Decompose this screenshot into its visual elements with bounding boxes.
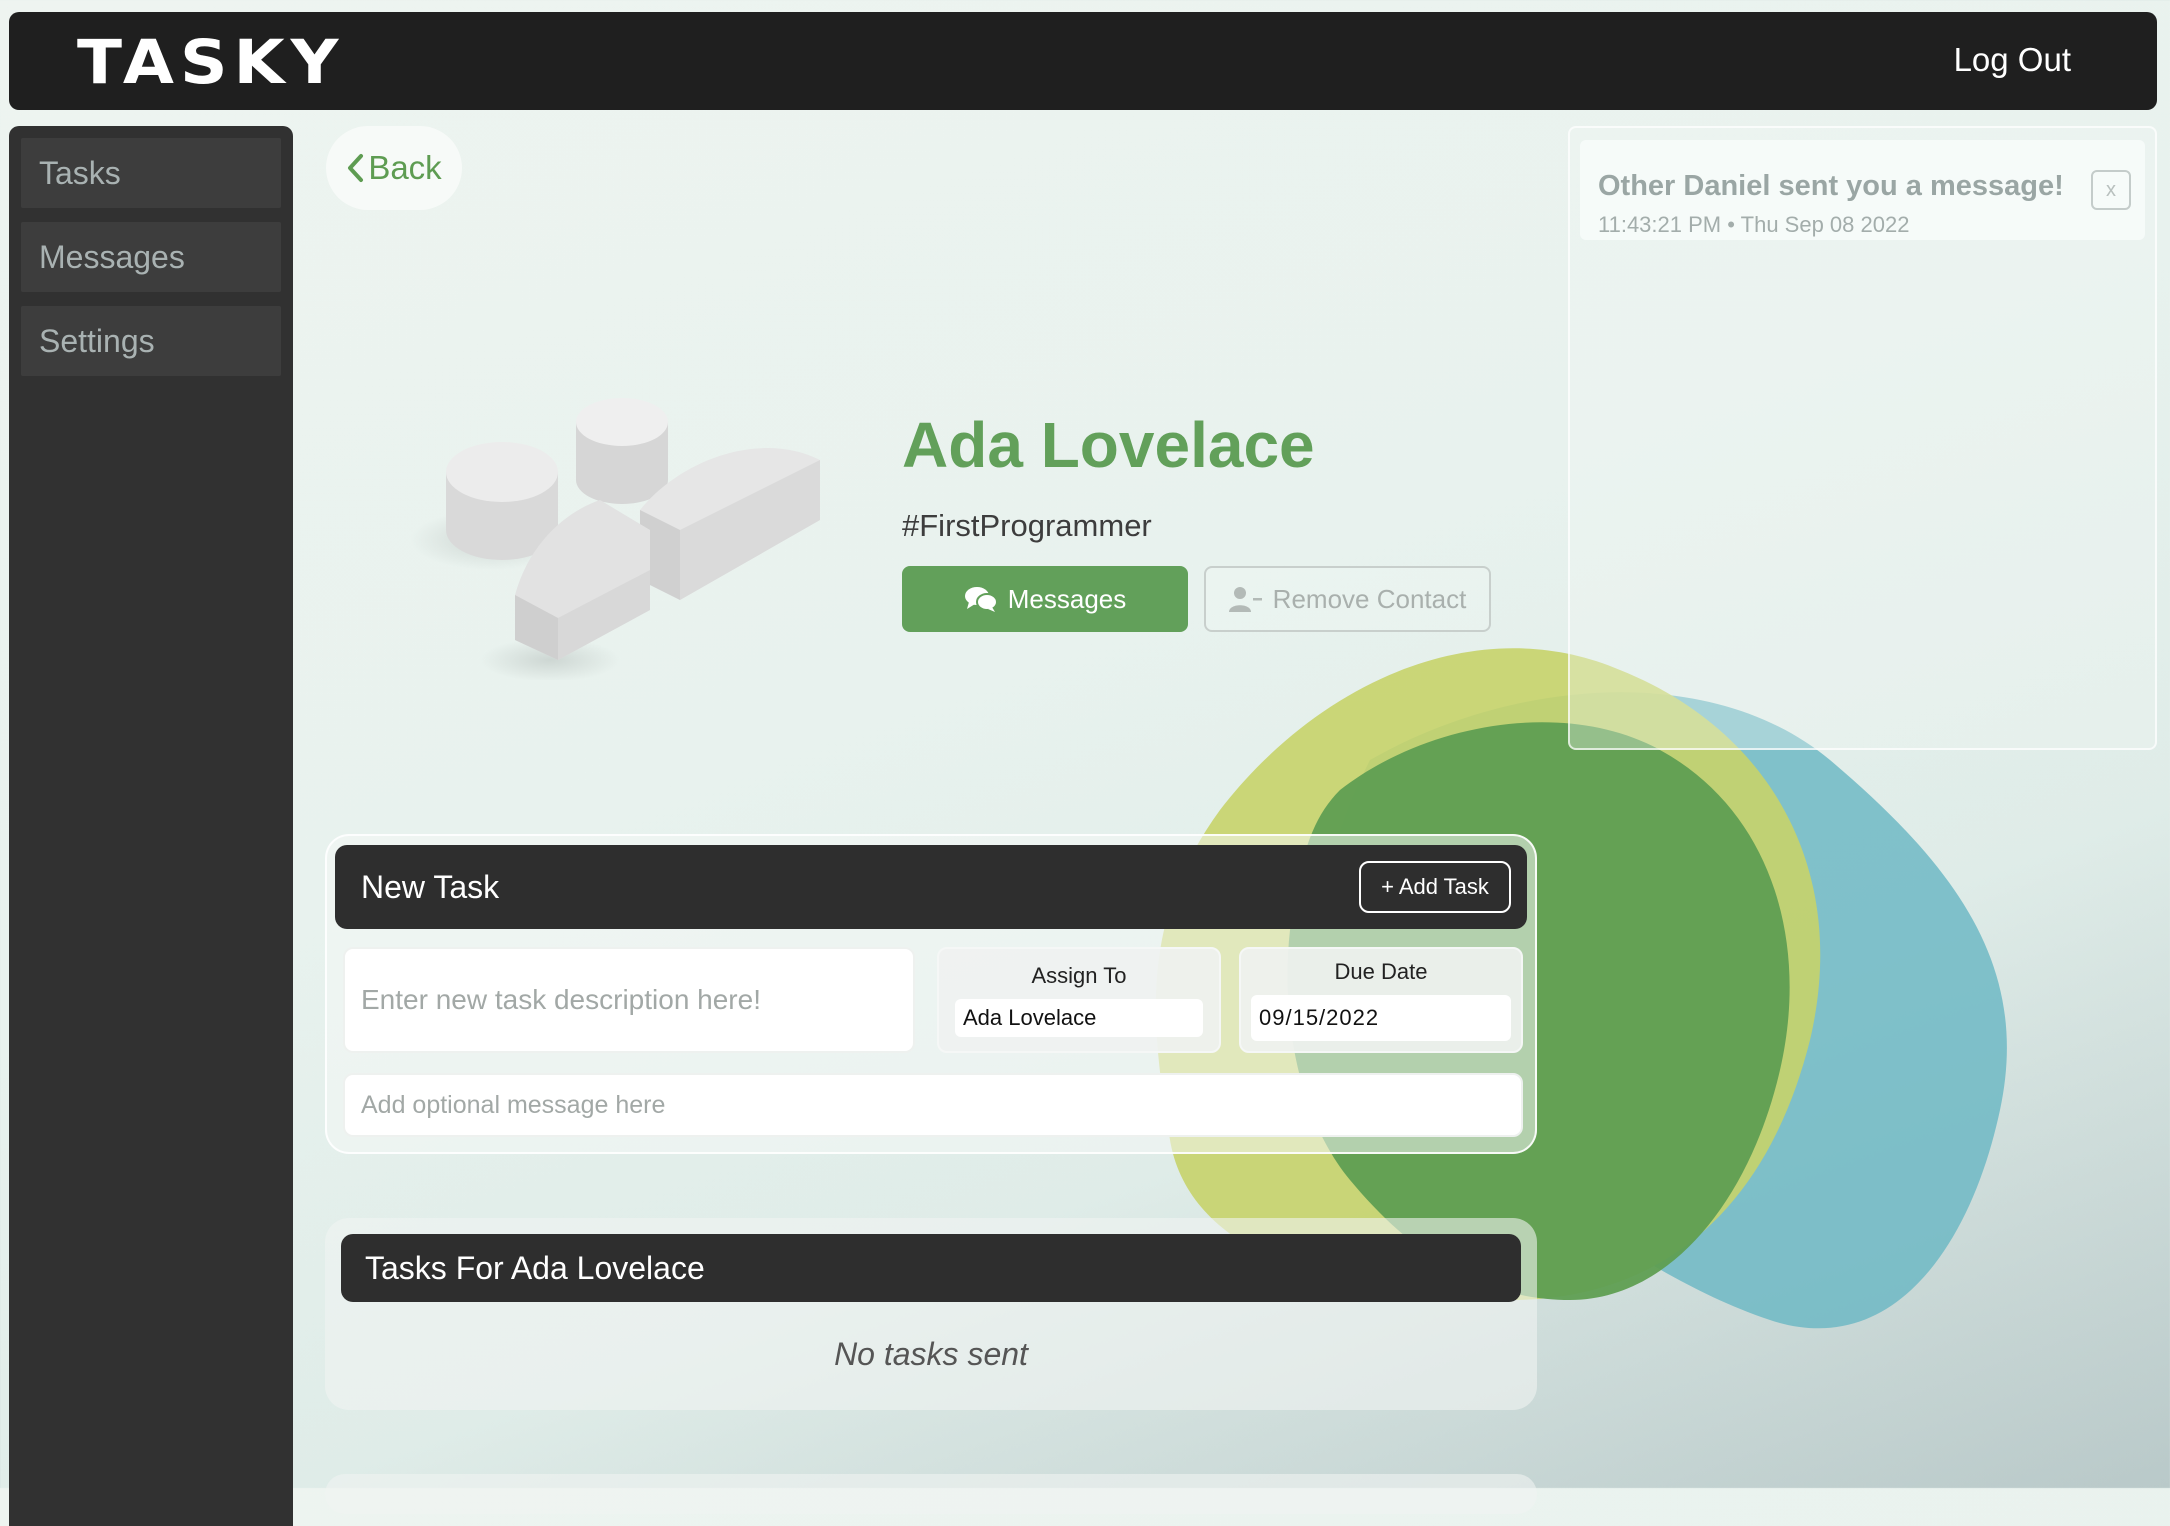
next-section-card: [325, 1474, 1537, 1514]
task-description-input[interactable]: [343, 947, 915, 1053]
due-date-field: Due Date 09/15/2022: [1239, 947, 1523, 1053]
empty-tasks-message: No tasks sent: [834, 1336, 1028, 1372]
profile-handle: #FirstProgrammer: [902, 508, 1152, 543]
new-task-header: New Task + Add Task: [335, 845, 1527, 929]
assign-to-label: Assign To: [1031, 963, 1127, 988]
notifications-panel: Other Daniel sent you a message! 11:43:2…: [1568, 126, 2157, 750]
due-date-label: Due Date: [1334, 959, 1428, 984]
remove-contact-label: Remove Contact: [1272, 583, 1467, 614]
back-button[interactable]: Back: [326, 126, 462, 210]
messages-button[interactable]: Messages: [902, 566, 1188, 632]
tasks-for-contact-card: Tasks For Ada Lovelace No tasks sent: [325, 1218, 1537, 1410]
back-label: Back: [368, 149, 442, 186]
assign-to-field: Assign To Ada Lovelace: [937, 947, 1221, 1053]
optional-message-input[interactable]: [343, 1073, 1523, 1137]
tasks-for-header: Tasks For Ada Lovelace: [341, 1234, 1521, 1302]
add-task-button[interactable]: + Add Task: [1359, 861, 1511, 913]
top-bar: TASKY Log Out: [9, 12, 2157, 110]
logout-button[interactable]: Log Out: [1948, 40, 2077, 80]
sidebar-item-tasks[interactable]: Tasks: [21, 138, 281, 208]
assign-to-select[interactable]: Ada Lovelace: [955, 999, 1203, 1037]
user-minus-icon: [1228, 587, 1262, 612]
chat-bubbles-icon: [964, 587, 998, 612]
app-logo[interactable]: TASKY: [77, 32, 344, 94]
due-date-input[interactable]: 09/15/2022: [1251, 995, 1511, 1041]
sidebar-item-settings[interactable]: Settings: [21, 306, 281, 376]
sidebar: Tasks Messages Settings: [9, 126, 293, 1526]
remove-contact-button[interactable]: Remove Contact: [1204, 566, 1491, 632]
sidebar-item-messages[interactable]: Messages: [21, 222, 281, 292]
profile-name: Ada Lovelace: [902, 409, 1315, 481]
notification-title: Other Daniel sent you a message!: [1598, 170, 2064, 202]
notification-timestamp: 11:43:21 PM • Thu Sep 08 2022: [1598, 212, 1910, 237]
tasks-for-title: Tasks For Ada Lovelace: [365, 1250, 705, 1286]
notification-close-button[interactable]: x: [2091, 170, 2131, 210]
new-task-card: New Task + Add Task Assign To Ada Lovela…: [325, 834, 1537, 1154]
new-task-title: New Task: [361, 869, 500, 905]
chevron-left-icon: [348, 154, 364, 182]
messages-button-label: Messages: [1007, 583, 1127, 614]
profile-avatar-image: [410, 398, 820, 680]
notification-item[interactable]: Other Daniel sent you a message! 11:43:2…: [1580, 140, 2145, 240]
